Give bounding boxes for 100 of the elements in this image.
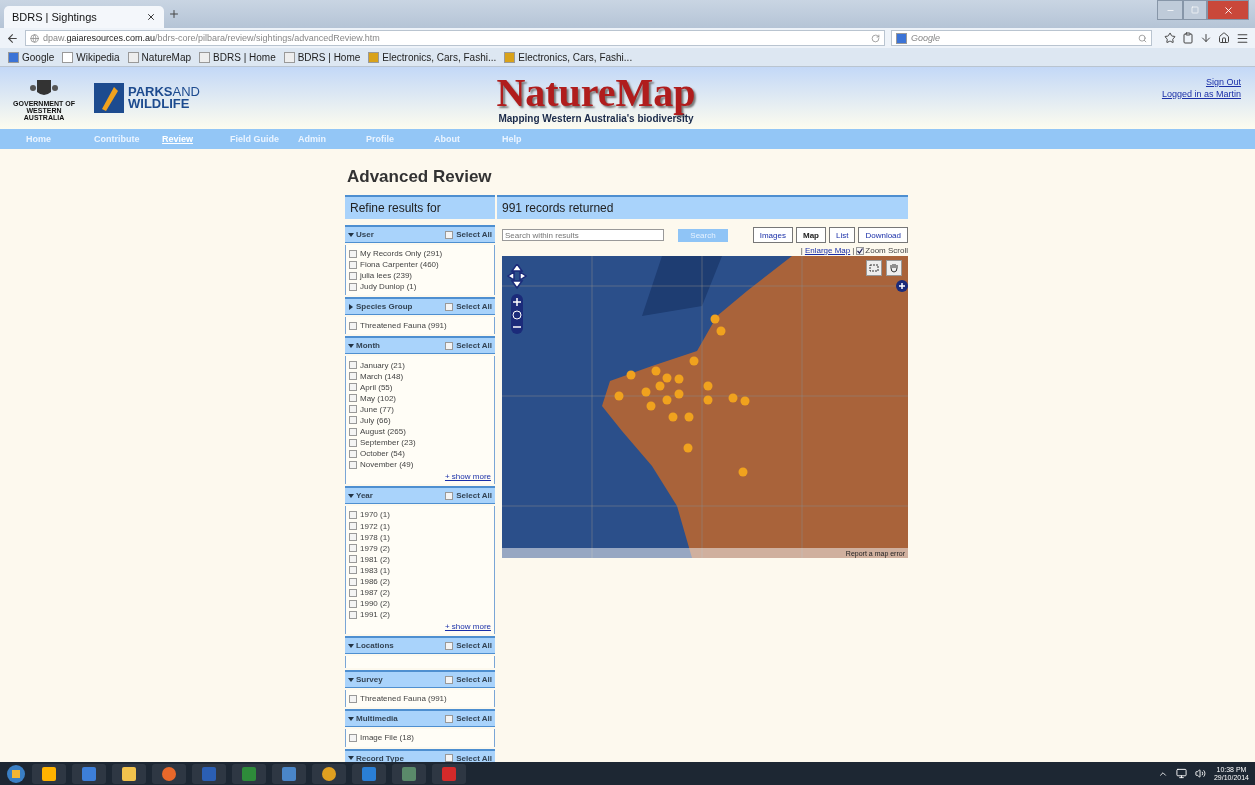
address-bar[interactable]: dpaw.gaiaresources.com.au/bdrs-core/pilbara/review/sightings/advancedReview.htm <box>25 30 885 46</box>
taskbar-app-icon[interactable] <box>32 763 66 784</box>
checkbox[interactable] <box>349 555 357 564</box>
checkbox[interactable] <box>445 714 454 723</box>
start-button-icon[interactable] <box>6 763 26 784</box>
facet-option[interactable]: 1970 (1) <box>360 510 390 520</box>
menu-icon[interactable] <box>1236 31 1249 45</box>
facet-header[interactable]: Month Select All <box>345 336 495 355</box>
facet-option[interactable]: Threatened Fauna (991) <box>360 694 447 704</box>
checkbox[interactable] <box>349 734 357 742</box>
bookmark[interactable]: Electronics, Cars, Fashi... <box>368 51 497 63</box>
zoom-scroll-label[interactable]: Zoom Scroll <box>865 246 908 255</box>
checkbox[interactable] <box>349 588 357 597</box>
browser-tab[interactable]: BDRS | Sightings <box>4 6 164 28</box>
facet-option[interactable]: October (54) <box>360 449 405 459</box>
taskbar-app-icon[interactable] <box>392 763 426 784</box>
checkbox[interactable] <box>349 610 357 619</box>
select-all-label[interactable]: Select All <box>456 491 492 501</box>
bookmark[interactable]: NatureMap <box>127 51 192 63</box>
checkbox[interactable] <box>349 405 357 414</box>
facet-option[interactable]: May (102) <box>360 393 396 403</box>
facet-header[interactable]: Survey Select All <box>345 670 495 689</box>
checkbox[interactable] <box>445 491 454 500</box>
checkbox[interactable] <box>349 394 357 403</box>
user-link[interactable]: Sign Out <box>1205 77 1241 87</box>
checkbox[interactable] <box>349 321 357 330</box>
facet-header[interactable]: Record Type Select All <box>345 748 495 762</box>
facet-option[interactable]: 1987 (2) <box>360 588 390 598</box>
satellite-map-drawing[interactable] <box>502 256 908 558</box>
facet-option[interactable]: 1978 (1) <box>360 532 390 542</box>
facet-header[interactable]: Species Group Select All <box>345 297 495 316</box>
taskbar-app-icon[interactable] <box>272 763 306 784</box>
facet-option[interactable]: March (148) <box>360 371 404 381</box>
view-tab[interactable]: Map <box>795 227 826 243</box>
new-tab-icon[interactable] <box>168 8 180 20</box>
download-icon[interactable] <box>1200 32 1212 44</box>
bookmark[interactable]: Wikipedia <box>62 51 120 63</box>
facet-option[interactable]: April (55) <box>360 382 393 392</box>
user-link[interactable]: Logged in as Martin <box>1161 89 1241 99</box>
checkbox[interactable] <box>349 416 357 425</box>
maximize-button[interactable] <box>1183 0 1207 20</box>
map-navigation-drawing[interactable] <box>507 264 527 334</box>
checkbox[interactable] <box>445 675 454 684</box>
bookmark[interactable]: BDRS | Home <box>199 51 276 63</box>
clipboard-icon[interactable] <box>1182 32 1194 44</box>
checkbox[interactable] <box>349 577 357 586</box>
select-all-label[interactable]: Select All <box>456 675 492 685</box>
checkbox[interactable] <box>349 271 357 280</box>
view-tab[interactable]: Images <box>752 227 793 243</box>
checkbox[interactable] <box>349 361 357 369</box>
facet-option[interactable]: November (49) <box>360 460 414 470</box>
checkbox[interactable] <box>349 282 357 291</box>
select-all-label[interactable]: Select All <box>456 341 492 351</box>
facet-option[interactable]: Fiona Carpenter (460) <box>360 260 439 270</box>
facet-option[interactable]: julia lees (239) <box>360 271 413 281</box>
facet-header[interactable]: Locations Select All <box>345 636 495 655</box>
facet-option[interactable]: Judy Dunlop (1) <box>360 282 417 292</box>
facet-option[interactable]: 1979 (2) <box>360 543 390 553</box>
checkbox[interactable] <box>445 341 454 350</box>
hand-icon[interactable] <box>886 260 902 276</box>
facet-option[interactable]: Image File (18) <box>360 733 414 743</box>
show-more-link[interactable]: + show more <box>444 472 491 482</box>
volume-icon[interactable] <box>1194 768 1206 779</box>
checkbox[interactable] <box>445 230 454 239</box>
checkbox[interactable] <box>349 372 357 381</box>
facet-option[interactable]: 1986 (2) <box>360 577 390 586</box>
close-icon[interactable] <box>146 12 156 22</box>
checkbox[interactable] <box>349 522 357 531</box>
checkbox[interactable] <box>349 566 357 575</box>
taskbar-app-icon[interactable] <box>312 763 346 784</box>
select-all-label[interactable]: Select All <box>456 641 492 651</box>
facet-header[interactable]: Year Select All <box>345 486 495 505</box>
facet-option[interactable]: September (23) <box>360 438 416 448</box>
star-icon[interactable] <box>1164 32 1176 44</box>
select-all-label[interactable]: Select All <box>456 714 492 724</box>
facet-option[interactable]: 1981 (2) <box>360 554 390 564</box>
home-icon[interactable] <box>1218 32 1230 44</box>
search-field[interactable]: Google <box>891 30 1152 46</box>
facet-header[interactable]: Multimedia Select All <box>345 709 495 728</box>
facet-option[interactable]: 1972 (1) <box>360 521 390 531</box>
show-more-link[interactable]: + show more <box>444 622 491 632</box>
checkbox[interactable] <box>349 438 357 447</box>
taskbar-app-icon[interactable] <box>112 763 146 784</box>
checkbox[interactable] <box>856 246 865 255</box>
checkbox[interactable] <box>349 460 357 469</box>
view-tab[interactable]: List <box>828 227 856 243</box>
back-icon[interactable] <box>6 31 19 45</box>
facet-option[interactable]: August (265) <box>360 427 406 437</box>
bookmark[interactable]: BDRS | Home <box>283 51 361 63</box>
checkbox[interactable] <box>445 641 454 650</box>
bookmark[interactable]: Electronics, Cars, Fashi... <box>504 51 633 63</box>
checkbox[interactable] <box>349 694 357 703</box>
search-field[interactable]: Search within results <box>502 229 664 241</box>
facet-option[interactable]: 1991 (2) <box>360 610 390 620</box>
network-icon[interactable] <box>1175 768 1187 779</box>
facet-option[interactable]: January (21) <box>360 360 405 370</box>
bookmark[interactable]: Google <box>8 51 55 63</box>
checkbox[interactable] <box>349 427 357 436</box>
select-all-label[interactable]: Select All <box>456 302 492 312</box>
facet-option[interactable]: 1990 (2) <box>360 599 390 609</box>
